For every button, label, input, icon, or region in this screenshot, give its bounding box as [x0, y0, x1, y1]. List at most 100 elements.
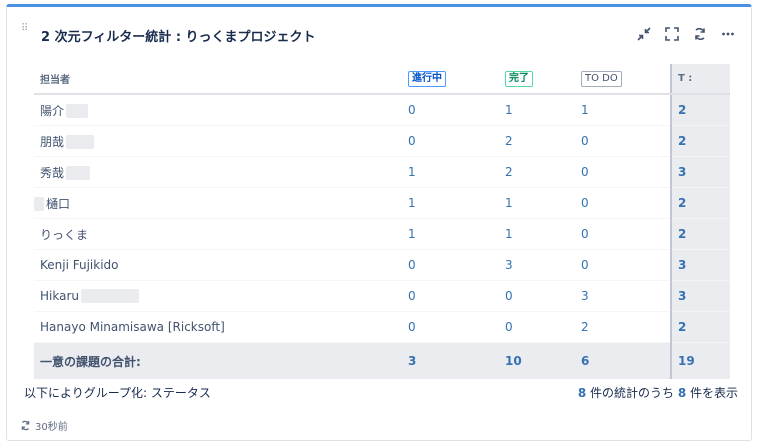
count-link[interactable]: 0 [581, 134, 589, 148]
table-row: Hanayo Minamisawa [Ricksoft] 0 0 2 2 [34, 311, 730, 343]
status-header-done[interactable]: 完了 [499, 64, 575, 95]
count-link[interactable]: 3 [408, 354, 416, 368]
assignee-name[interactable]: りっくま [40, 228, 88, 242]
count-link[interactable]: 19 [678, 354, 695, 368]
table-footer-row: 一意の課題の合計: 3 10 6 19 [34, 342, 730, 379]
count-link[interactable]: 2 [505, 134, 513, 148]
assignee-cell: 秀哉 [34, 156, 402, 188]
assignee-cell: Kenji Fujikido [34, 249, 402, 281]
count-link[interactable]: 2 [581, 320, 589, 334]
count-total-cell: 3 [670, 249, 730, 281]
count-done-cell: 3 [499, 249, 575, 281]
count-total-cell: 3 [670, 280, 730, 312]
assignee-cell: 朋哉 [34, 125, 402, 157]
gadget-actions [635, 25, 737, 43]
stats-table: 担当者 進行中 完了 TO DO T : 陽介 0 1 1 2 朋哉 0 2 0 2 秀哉 1 2 0 3 樋… [34, 64, 730, 379]
count-link[interactable]: 2 [678, 196, 686, 210]
gadget-header: ⠿ 2 次元フィルター統計 : りっくまプロジェクト [7, 7, 751, 51]
count-todo-cell: 2 [575, 311, 671, 343]
assignee-name[interactable]: 陽介 [40, 104, 64, 118]
assignee-cell: りっくま [34, 218, 402, 250]
minimize-icon[interactable] [635, 25, 653, 43]
assignee-name[interactable]: 樋口 [46, 197, 70, 211]
last-updated: 30秒前 [20, 418, 68, 433]
count-link[interactable]: 6 [581, 354, 589, 368]
table-header-row: 担当者 進行中 完了 TO DO T : [34, 64, 730, 95]
assignee-cell: Hikaru [34, 280, 402, 312]
footer-label: 一意の課題の合計: [34, 342, 402, 379]
fullscreen-icon[interactable] [663, 25, 681, 43]
showing-text-mid: 件の統計のうち [586, 386, 678, 400]
more-icon[interactable] [719, 25, 737, 43]
count-link[interactable]: 2 [505, 165, 513, 179]
count-link[interactable]: 0 [581, 196, 589, 210]
count-link[interactable]: 0 [408, 134, 416, 148]
count-link[interactable]: 0 [408, 103, 416, 117]
count-in-progress-cell: 0 [402, 94, 499, 126]
count-todo-cell: 3 [575, 280, 671, 312]
count-link[interactable]: 0 [408, 320, 416, 334]
count-link[interactable]: 0 [581, 258, 589, 272]
assignee-cell: Hanayo Minamisawa [Ricksoft] [34, 311, 402, 343]
updated-time: 30秒前 [35, 422, 68, 433]
count-total-cell: 2 [670, 218, 730, 250]
assignee-name[interactable]: Hanayo Minamisawa [Ricksoft] [40, 320, 225, 334]
showing-text-end: 件を表示 [686, 386, 738, 400]
count-link[interactable]: 1 [505, 196, 513, 210]
gadget-title: 2 次元フィルター統計 : りっくまプロジェクト [41, 30, 316, 45]
table-row: 樋口 1 1 0 2 [34, 187, 730, 219]
count-total-cell: 3 [670, 156, 730, 188]
status-lozenge: 進行中 [408, 70, 446, 87]
count-todo-cell: 0 [575, 156, 671, 188]
count-total-cell: 2 [670, 125, 730, 157]
count-link[interactable]: 2 [678, 320, 686, 334]
refresh-icon[interactable] [691, 25, 709, 43]
count-done-cell: 2 [499, 156, 575, 188]
count-link[interactable]: 0 [505, 289, 513, 303]
status-header-in-progress[interactable]: 進行中 [402, 64, 499, 95]
count-link[interactable]: 3 [505, 258, 513, 272]
count-link[interactable]: 1 [408, 165, 416, 179]
count-link[interactable]: 0 [505, 320, 513, 334]
count-link[interactable]: 3 [678, 258, 686, 272]
table-row: 陽介 0 1 1 2 [34, 94, 730, 126]
assignee-name[interactable]: 秀哉 [40, 166, 64, 180]
count-link[interactable]: 3 [678, 289, 686, 303]
assignee-name[interactable]: Hikaru [40, 289, 79, 303]
drag-handle-icon[interactable]: ⠿ [21, 23, 29, 35]
total-count: 8 [677, 386, 687, 400]
count-link[interactable]: 3 [581, 289, 589, 303]
count-link[interactable]: 10 [505, 354, 522, 368]
count-done-cell: 0 [499, 311, 575, 343]
count-link[interactable]: 0 [408, 258, 416, 272]
count-done-cell: 1 [499, 94, 575, 126]
assignee-name[interactable]: 朋哉 [40, 135, 64, 149]
count-done-cell: 1 [499, 218, 575, 250]
refresh-small-icon[interactable] [20, 420, 31, 431]
count-in-progress-cell: 1 [402, 156, 499, 188]
total-header[interactable]: T : [670, 64, 730, 95]
count-link[interactable]: 2 [678, 227, 686, 241]
count-link[interactable]: 1 [408, 227, 416, 241]
count-todo-cell: 0 [575, 249, 671, 281]
assignee-header[interactable]: 担当者 [34, 64, 402, 95]
count-link[interactable]: 3 [678, 165, 686, 179]
count-link[interactable]: 1 [408, 196, 416, 210]
status-lozenge: TO DO [581, 70, 622, 87]
count-link[interactable]: 2 [678, 103, 686, 117]
count-link[interactable]: 0 [581, 165, 589, 179]
count-in-progress-cell: 0 [402, 249, 499, 281]
filter-stats-gadget: ⠿ 2 次元フィルター統計 : りっくまプロジェクト 担当者 進行中 完了 TO… [6, 4, 752, 441]
assignee-name[interactable]: Kenji Fujikido [40, 258, 119, 272]
table-row: 秀哉 1 2 0 3 [34, 156, 730, 188]
status-header-todo[interactable]: TO DO [575, 64, 671, 95]
count-link[interactable]: 0 [581, 227, 589, 241]
count-link[interactable]: 1 [581, 103, 589, 117]
count-todo-cell: 1 [575, 94, 671, 126]
count-done-cell: 1 [499, 187, 575, 219]
count-link[interactable]: 1 [505, 227, 513, 241]
count-link[interactable]: 0 [408, 289, 416, 303]
count-link[interactable]: 2 [678, 134, 686, 148]
count-link[interactable]: 1 [505, 103, 513, 117]
status-lozenge: 完了 [505, 70, 533, 87]
